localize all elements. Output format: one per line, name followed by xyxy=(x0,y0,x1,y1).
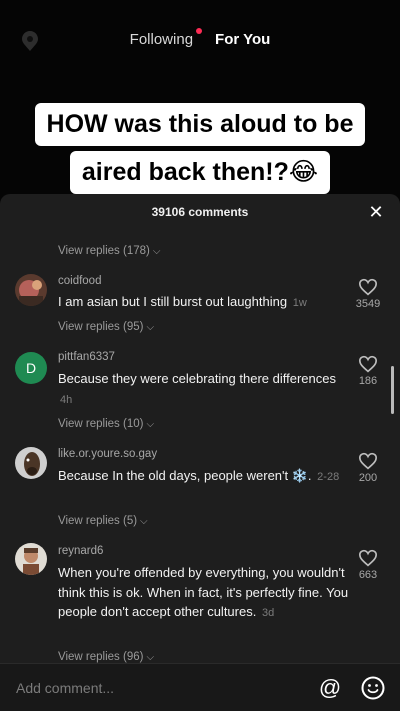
like-count: 200 xyxy=(358,472,378,484)
comments-header: 39106 comments ✕ xyxy=(0,194,400,230)
comment-body: Because they were celebrating there diff… xyxy=(58,371,336,386)
chevron-down-icon: ⌵ xyxy=(146,419,155,430)
comment-time: 2-28 xyxy=(317,471,340,483)
view-replies-label: View replies (5) xyxy=(58,515,138,527)
view-replies-button[interactable]: View replies (5) ⌵ xyxy=(58,515,148,527)
comment-username[interactable]: like.or.youre.so.gay xyxy=(58,448,157,460)
caption-text-1: HOW was this aloud to be xyxy=(34,103,366,147)
comment-text: Because they were celebrating there diff… xyxy=(58,369,350,410)
comment-text: I am asian but I still burst out laughth… xyxy=(58,292,350,314)
comments-sheet: 39106 comments ✕ View replies (178) ⌵ coi… xyxy=(0,194,400,711)
view-replies-button[interactable]: View replies (95) ⌵ xyxy=(58,321,154,333)
comment-username[interactable]: pittfan6337 xyxy=(58,351,115,363)
view-replies-label: View replies (10) xyxy=(58,418,144,430)
emoji-icon[interactable] xyxy=(360,675,386,701)
view-replies-label: View replies (178) xyxy=(58,245,150,257)
comments-count-title: 39106 comments xyxy=(151,205,249,219)
like-count: 663 xyxy=(358,569,378,581)
notification-dot xyxy=(196,28,203,34)
chevron-down-icon: ⌵ xyxy=(146,322,155,333)
comment-username[interactable]: coidfood xyxy=(58,275,101,287)
view-replies-button[interactable]: View replies (10) ⌵ xyxy=(58,418,154,430)
comment-time: 3d xyxy=(261,607,275,619)
heart-icon xyxy=(358,278,378,296)
like-count: 3549 xyxy=(355,298,381,310)
caption-text-2: aired back then!?😂 xyxy=(69,151,331,195)
avatar[interactable] xyxy=(15,274,47,306)
like-button[interactable]: 663 xyxy=(348,549,388,581)
heart-icon xyxy=(358,355,378,373)
heart-icon xyxy=(358,549,378,567)
view-replies-button[interactable]: View replies (178) ⌵ xyxy=(58,245,160,257)
video-caption-line-2: aired back then!?😂 xyxy=(0,151,400,195)
comment-text: When you're offended by everything, you … xyxy=(58,563,350,624)
scrollbar-thumb[interactable] xyxy=(391,366,394,414)
avatar[interactable] xyxy=(15,447,47,479)
view-replies-button[interactable]: View replies (96) ⌵ xyxy=(58,651,154,663)
video-caption-line-1: HOW was this aloud to be xyxy=(0,103,400,147)
close-icon[interactable]: ✕ xyxy=(366,202,386,222)
view-replies-label: View replies (95) xyxy=(58,321,144,333)
top-tabs: Following For You xyxy=(0,28,400,48)
tab-following-label: Following xyxy=(129,31,194,48)
comment-username[interactable]: reynard6 xyxy=(58,545,103,557)
comment-body: When you're offended by everything, you … xyxy=(58,565,349,619)
comment-time: 1w xyxy=(292,297,307,309)
add-comment-input[interactable] xyxy=(16,678,296,698)
view-replies-label: View replies (96) xyxy=(58,651,144,663)
like-count: 186 xyxy=(358,375,378,387)
like-button[interactable]: 186 xyxy=(348,355,388,387)
tab-for-you[interactable]: For You xyxy=(215,31,270,48)
chevron-down-icon: ⌵ xyxy=(152,246,161,257)
add-comment-bar: @ xyxy=(0,663,400,711)
comment-text: Because In the old days, people weren't … xyxy=(58,466,340,488)
avatar[interactable]: D xyxy=(15,352,47,384)
comment-body: I am asian but I still burst out laughth… xyxy=(58,294,288,309)
at-icon[interactable]: @ xyxy=(317,675,343,701)
avatar[interactable] xyxy=(15,543,47,575)
like-button[interactable]: 200 xyxy=(348,452,388,484)
chevron-down-icon: ⌵ xyxy=(146,652,155,663)
tab-following[interactable]: Following xyxy=(129,28,203,48)
comment-body: Because In the old days, people weren't … xyxy=(58,468,312,483)
like-button[interactable]: 3549 xyxy=(348,278,388,310)
comment-time: 4h xyxy=(60,393,73,406)
chevron-down-icon: ⌵ xyxy=(140,516,148,527)
heart-icon xyxy=(358,452,378,470)
